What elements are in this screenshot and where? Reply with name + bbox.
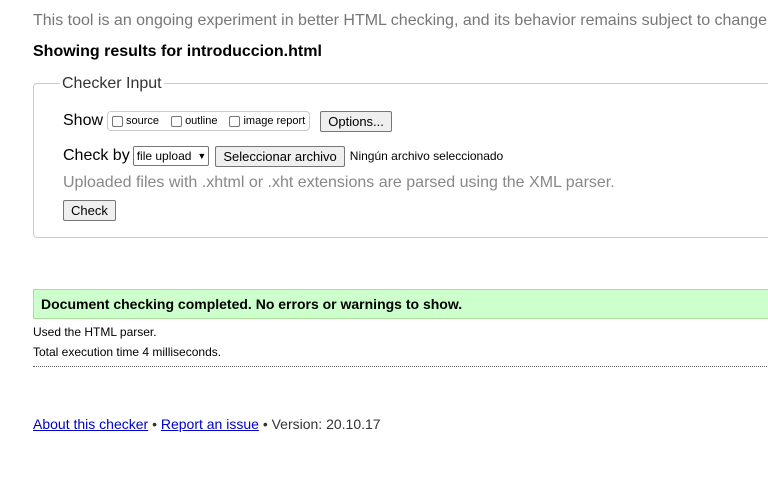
report-issue-link[interactable]: Report an issue — [161, 416, 259, 432]
show-outline-option[interactable]: outline — [169, 115, 217, 127]
file-status: Ningún archivo seleccionado — [349, 149, 504, 163]
image-report-label: image report — [243, 115, 306, 127]
intro-text: This tool is an ongoing experiment in be… — [33, 12, 768, 29]
outline-checkbox[interactable] — [171, 115, 183, 127]
show-source-option[interactable]: source — [110, 115, 159, 127]
footer-separator-1: • — [152, 416, 157, 432]
check-button[interactable]: Check — [63, 200, 116, 221]
check-by-select[interactable]: file upload ▼ — [132, 146, 210, 166]
outline-label: outline — [185, 115, 218, 127]
show-image-report-option[interactable]: image report — [227, 115, 305, 127]
version-text: Version: 20.10.17 — [271, 416, 381, 432]
source-checkbox[interactable] — [112, 115, 124, 127]
success-message: Document checking completed. No errors o… — [33, 289, 768, 319]
parser-info: Used the HTML parser. — [33, 325, 157, 339]
xml-parser-note: Uploaded files with .xhtml or .xht exten… — [63, 174, 615, 191]
choose-file-button[interactable]: Seleccionar archivo — [215, 145, 345, 167]
results-heading: Showing results for introduccion.html — [33, 43, 322, 60]
chevron-down-icon: ▼ — [197, 151, 207, 161]
footer: About this checker • Report an issue • V… — [33, 416, 381, 432]
image-report-checkbox[interactable] — [229, 115, 241, 127]
show-row: Show source outline image report Options… — [63, 110, 392, 132]
show-options-group: source outline image report — [107, 111, 311, 131]
divider — [33, 366, 768, 367]
check-by-label: Check by — [63, 147, 130, 164]
checker-input-legend: Checker Input — [60, 75, 164, 93]
submit-row: Check — [63, 200, 116, 221]
check-by-row: Check by file upload ▼ Seleccionar archi… — [63, 145, 503, 167]
show-label: Show — [63, 112, 104, 129]
check-by-selected-value: file upload — [136, 149, 192, 163]
execution-time: Total execution time 4 milliseconds. — [33, 345, 222, 359]
options-button[interactable]: Options... — [320, 110, 392, 132]
about-link[interactable]: About this checker — [33, 416, 148, 432]
footer-separator-2: • — [262, 416, 268, 432]
source-label: source — [126, 115, 160, 127]
